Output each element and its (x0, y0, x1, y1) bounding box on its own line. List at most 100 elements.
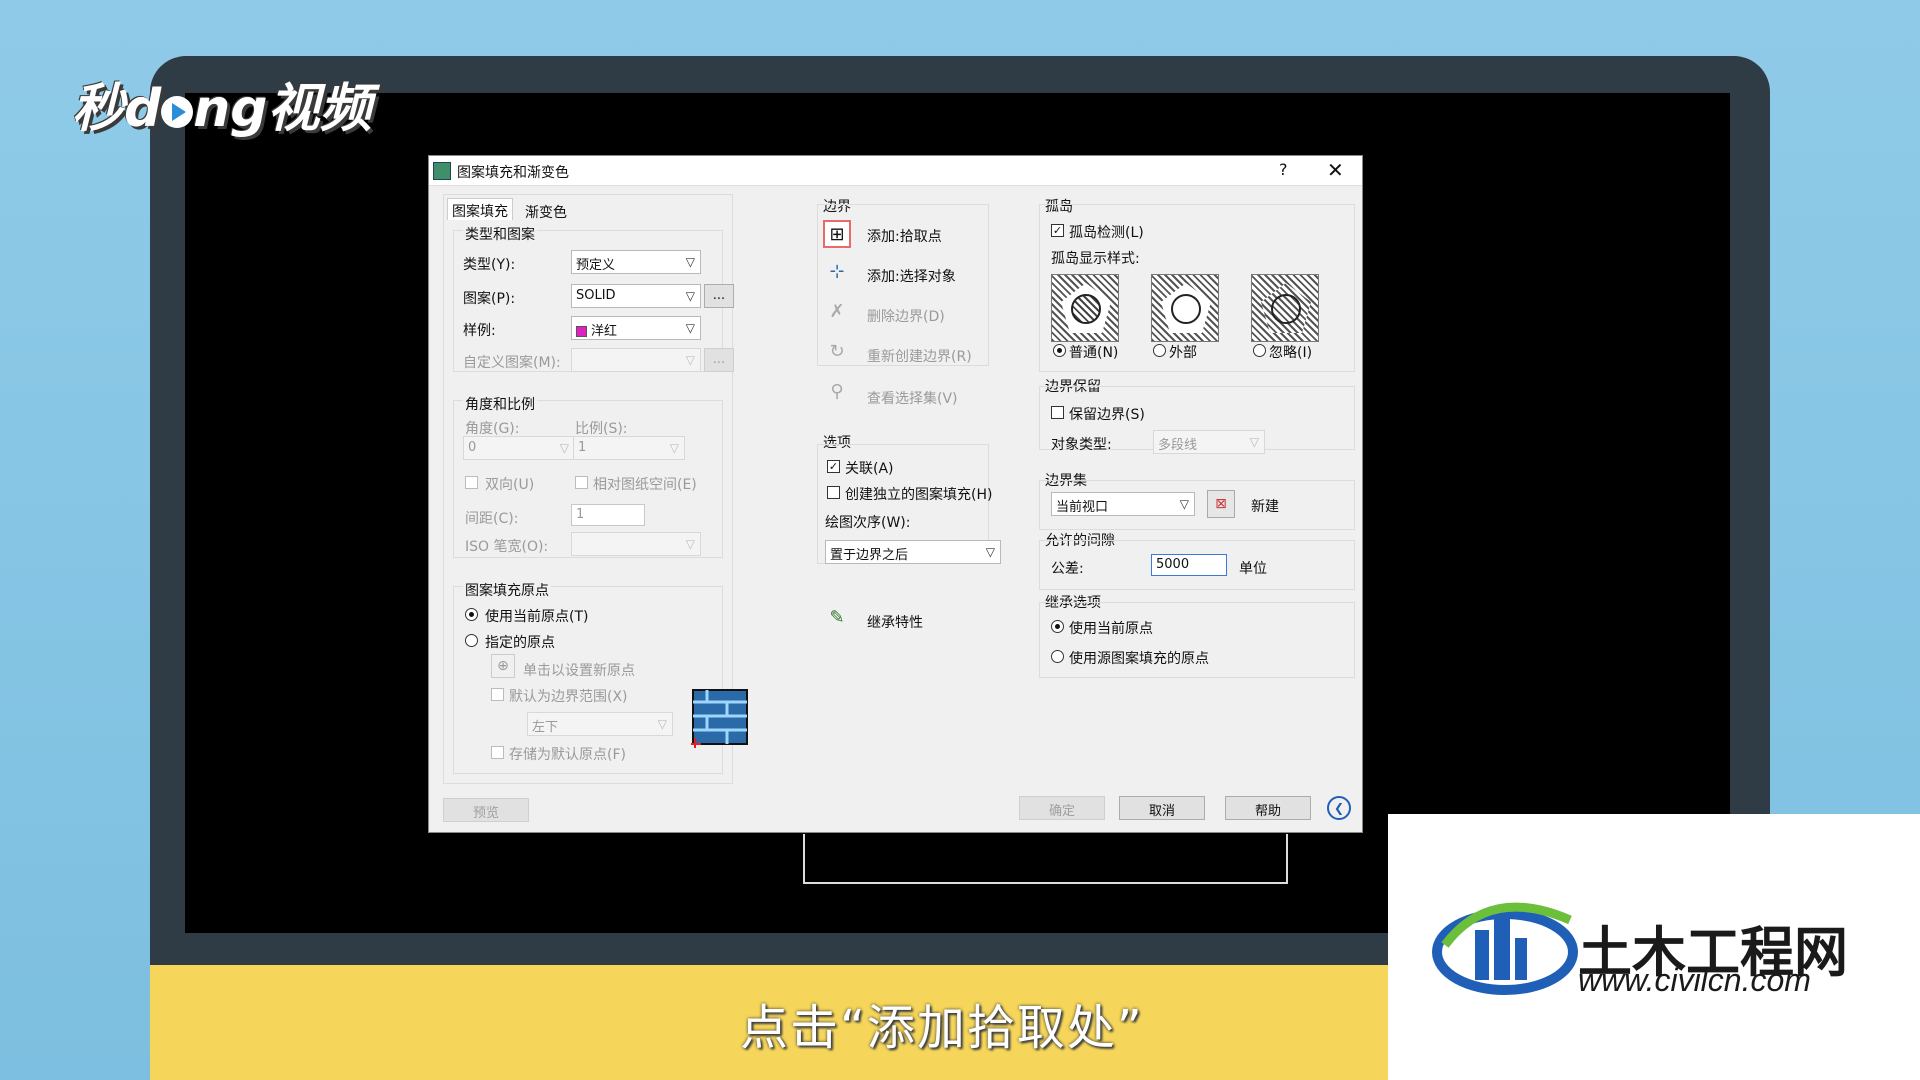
scale-label: 比例(S): (575, 421, 628, 437)
remove-boundaries-label[interactable]: 删除边界(D) (867, 306, 945, 326)
new-boundary-set-icon[interactable]: ⊠ (1207, 490, 1235, 518)
retain-boundaries-label: 保留边界(S) (1069, 407, 1145, 423)
tab-gradient[interactable]: 渐变色 (521, 200, 571, 222)
island-ignore-radio[interactable] (1253, 344, 1266, 357)
inherit-source-origin-radio[interactable] (1051, 650, 1064, 663)
default-extent-label: 默认为边界范围(X) (509, 689, 628, 705)
type-select[interactable]: 预定义 ▽ (571, 250, 701, 274)
associative-label: 关联(A) (845, 461, 894, 477)
hatch-app-icon (433, 162, 451, 180)
help-icon[interactable]: ? (1279, 160, 1288, 179)
spacing-label: 间距(C): (465, 511, 519, 527)
island-normal-label: 普通(N) (1069, 345, 1119, 361)
inherit-properties-icon[interactable]: ✎ (823, 604, 851, 632)
draw-order-label: 绘图次序(W): (825, 515, 911, 531)
preview-button[interactable]: 预览 (443, 798, 529, 822)
relative-checkbox[interactable] (575, 476, 588, 489)
island-normal-icon[interactable] (1051, 274, 1119, 342)
island-outer-icon[interactable] (1151, 274, 1219, 342)
close-icon[interactable]: ✕ (1327, 158, 1344, 182)
spacing-input[interactable]: 1 (571, 504, 645, 526)
angle-select[interactable]: 0 ▽ (463, 436, 575, 460)
specified-origin-radio[interactable] (465, 634, 478, 647)
set-origin-icon[interactable]: ⊕ (491, 654, 515, 678)
swatch-label: 样例: (463, 323, 496, 339)
dialog-titlebar: 图案填充和渐变色 ? ✕ (429, 156, 1362, 186)
brand-url: www.civilcn.com (1578, 962, 1811, 998)
type-label: 类型(Y): (463, 257, 516, 273)
custom-pattern-label: 自定义图案(M): (463, 355, 561, 371)
draw-order-select[interactable]: 置于边界之后 ▽ (825, 540, 1001, 564)
island-style-label: 孤岛显示样式: (1051, 251, 1140, 267)
add-pick-points-label[interactable]: 添加:拾取点 (867, 226, 942, 246)
caption-text: 点击“添加拾取处” (740, 1000, 1144, 1056)
associative-checkbox[interactable]: ✓ (827, 460, 840, 473)
iso-select[interactable]: ▽ (571, 532, 701, 556)
view-selections-label[interactable]: 查看选择集(V) (867, 388, 958, 408)
inherit-current-origin-radio[interactable] (1051, 620, 1064, 633)
custom-browse-button[interactable]: ... (704, 348, 734, 372)
default-extent-checkbox[interactable] (491, 688, 504, 701)
separate-hatch-label: 创建独立的图案填充(H) (845, 487, 993, 503)
click-set-origin-label: 单击以设置新原点 (523, 663, 635, 679)
separate-hatch-checkbox[interactable] (827, 486, 840, 499)
tab-hatch[interactable]: 图案填充 (447, 198, 513, 220)
origin-preview-icon (691, 689, 748, 748)
pattern-browse-button[interactable]: ... (704, 284, 734, 308)
pattern-label: 图案(P): (463, 291, 516, 307)
add-pick-points-icon[interactable]: ⊞ (823, 220, 851, 248)
store-default-checkbox[interactable] (491, 746, 504, 759)
recreate-boundary-icon[interactable]: ↻ (823, 338, 851, 366)
play-icon (161, 96, 194, 128)
inherit-current-origin-label: 使用当前原点 (1069, 621, 1153, 637)
island-ignore-icon[interactable] (1251, 274, 1319, 342)
dialog-title: 图案填充和渐变色 (457, 165, 569, 181)
double-label: 双向(U) (485, 477, 535, 493)
scale-select[interactable]: 1 ▽ (573, 436, 685, 460)
use-current-origin-radio[interactable] (465, 608, 478, 621)
island-detect-checkbox[interactable]: ✓ (1051, 224, 1064, 237)
add-select-objects-label[interactable]: 添加:选择对象 (867, 266, 956, 286)
use-current-origin-label: 使用当前原点(T) (485, 609, 589, 625)
retain-boundaries-checkbox[interactable] (1051, 406, 1064, 419)
specified-origin-label: 指定的原点 (485, 635, 555, 651)
view-selections-icon[interactable]: ⚲ (823, 378, 851, 406)
ok-button[interactable]: 确定 (1019, 796, 1105, 820)
origin-heading: 图案填充原点 (463, 580, 551, 600)
double-checkbox[interactable] (465, 476, 478, 489)
island-outer-label: 外部 (1169, 345, 1197, 361)
tolerance-label: 公差: (1051, 561, 1084, 577)
remove-boundaries-icon[interactable]: ✗ (823, 298, 851, 326)
video-logo: 秒d ng视频 (72, 79, 372, 139)
island-normal-radio[interactable] (1053, 344, 1066, 357)
new-boundary-set-label: 新建 (1251, 499, 1279, 515)
island-outer-radio[interactable] (1153, 344, 1166, 357)
add-select-objects-icon[interactable]: ⊹ (823, 258, 851, 286)
relative-label: 相对图纸空间(E) (593, 477, 697, 493)
inherit-source-origin-label: 使用源图案填充的原点 (1069, 651, 1209, 667)
swatch-color (576, 326, 587, 337)
cancel-button[interactable]: 取消 (1119, 796, 1205, 820)
help-button[interactable]: 帮助 (1225, 796, 1311, 820)
boundary-set-select[interactable]: 当前视口 ▽ (1051, 492, 1195, 516)
object-type-select[interactable]: 多段线 ▽ (1153, 430, 1265, 454)
object-type-label: 对象类型: (1051, 437, 1112, 453)
angle-label: 角度(G): (465, 421, 520, 437)
iso-label: ISO 笔宽(O): (465, 539, 549, 555)
tolerance-unit: 单位 (1239, 561, 1267, 577)
recreate-boundary-label[interactable]: 重新创建边界(R) (867, 346, 972, 366)
tolerance-input[interactable]: 5000 (1151, 554, 1227, 576)
pattern-select[interactable]: SOLID ▽ (571, 284, 701, 308)
civilcn-logo-icon (1432, 902, 1578, 995)
type-pattern-heading: 类型和图案 (463, 224, 537, 244)
more-options-icon[interactable]: ❮ (1327, 796, 1351, 820)
hatch-dialog: 图案填充和渐变色 ? ✕ 图案填充 渐变色 类型和图案 类型(Y): 预定义 ▽ … (428, 155, 1363, 833)
extent-select[interactable]: 左下 ▽ (527, 712, 673, 736)
store-default-label: 存储为默认原点(F) (509, 747, 626, 763)
inherit-properties-label[interactable]: 继承特性 (867, 612, 923, 632)
angle-scale-heading: 角度和比例 (463, 394, 537, 414)
drawn-rectangle (803, 834, 1288, 884)
island-detect-label: 孤岛检测(L) (1069, 225, 1144, 241)
custom-pattern-select[interactable]: ▽ (571, 348, 701, 372)
swatch-select[interactable]: 洋红 ▽ (571, 316, 701, 340)
